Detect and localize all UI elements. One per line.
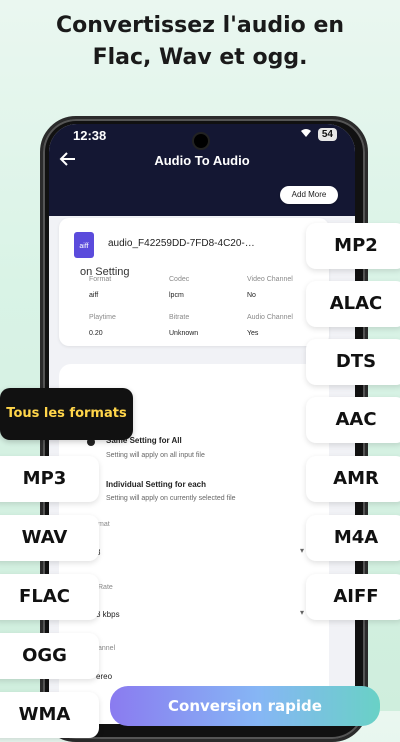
app-title: Audio To Audio	[154, 153, 250, 168]
format-chip-dts: DTS	[306, 339, 400, 385]
format-chip-alac: ALAC	[306, 281, 400, 327]
convert-button[interactable]: Conversion rapide	[110, 686, 380, 726]
headline-line-2: Flac, Wav et ogg.	[92, 45, 308, 70]
option-individual-sub: Setting will apply on currently selected…	[106, 495, 236, 502]
option-individual-title: Individual Setting for each	[106, 480, 207, 489]
format-chip-wma: WMA	[0, 692, 99, 738]
channel-field-label: annel	[98, 645, 116, 652]
status-time: 12:38	[73, 128, 107, 143]
format-chip-m4a: M4A	[306, 515, 400, 561]
format-chip-mp3: MP3	[0, 456, 99, 502]
format-chip-aac: AAC	[306, 397, 400, 443]
video-channel-label: Video Channel	[247, 276, 293, 283]
format-chip-mp2: MP2	[306, 223, 400, 269]
playtime-value: 0.20	[89, 330, 103, 337]
rate-field-label: Rate	[98, 584, 113, 591]
audio-channel-label: Audio Channel	[247, 314, 293, 321]
rate-field-value[interactable]: 3 kbps	[96, 610, 120, 619]
chevron-down-icon[interactable]: ▾	[300, 608, 304, 617]
format-field-label: mat	[98, 521, 110, 528]
bitrate-value: Unknown	[169, 330, 199, 337]
playtime-label: Playtime	[89, 314, 116, 321]
bitrate-label: Bitrate	[169, 314, 190, 321]
wifi-icon	[300, 128, 312, 141]
format-chip-ogg: OGG	[0, 633, 99, 679]
status-icons: 54	[300, 128, 337, 141]
add-more-button[interactable]: Add More	[280, 186, 338, 204]
battery-icon: 54	[317, 128, 337, 141]
codec-value: lpcm	[169, 292, 184, 299]
format-chip-flac: FLAC	[0, 574, 99, 620]
file-info-card[interactable]: aiff audio_F42259DD-7FD8-4C20-… Format a…	[59, 218, 329, 346]
all-formats-badge: Tous les formats	[0, 388, 133, 440]
file-name: audio_F42259DD-7FD8-4C20-…	[108, 238, 255, 249]
format-chip-wav: WAV	[0, 515, 99, 561]
camera-cutout	[192, 132, 210, 150]
top-bar: 12:38 54 Audio To Audio Add More	[49, 124, 355, 216]
audio-channel-value: Yes	[247, 330, 259, 337]
format-chip-aiff: AIFF	[306, 574, 400, 620]
format-chip-amr: AMR	[306, 456, 400, 502]
headline-line-1: Convertissez l'audio en	[55, 13, 345, 38]
chevron-down-icon[interactable]: ▾	[300, 546, 304, 555]
channel-field-value[interactable]: ereo	[96, 672, 112, 681]
option-same-sub: Setting will apply on all input file	[106, 452, 205, 459]
format-value: aiff	[89, 292, 99, 299]
settings-title: on Setting	[80, 266, 130, 278]
codec-label: Codec	[169, 276, 190, 283]
headline: Convertissez l'audio en Flac, Wav et ogg…	[0, 10, 400, 74]
video-channel-value: No	[247, 292, 256, 299]
audio-file-icon: aiff	[74, 232, 94, 258]
